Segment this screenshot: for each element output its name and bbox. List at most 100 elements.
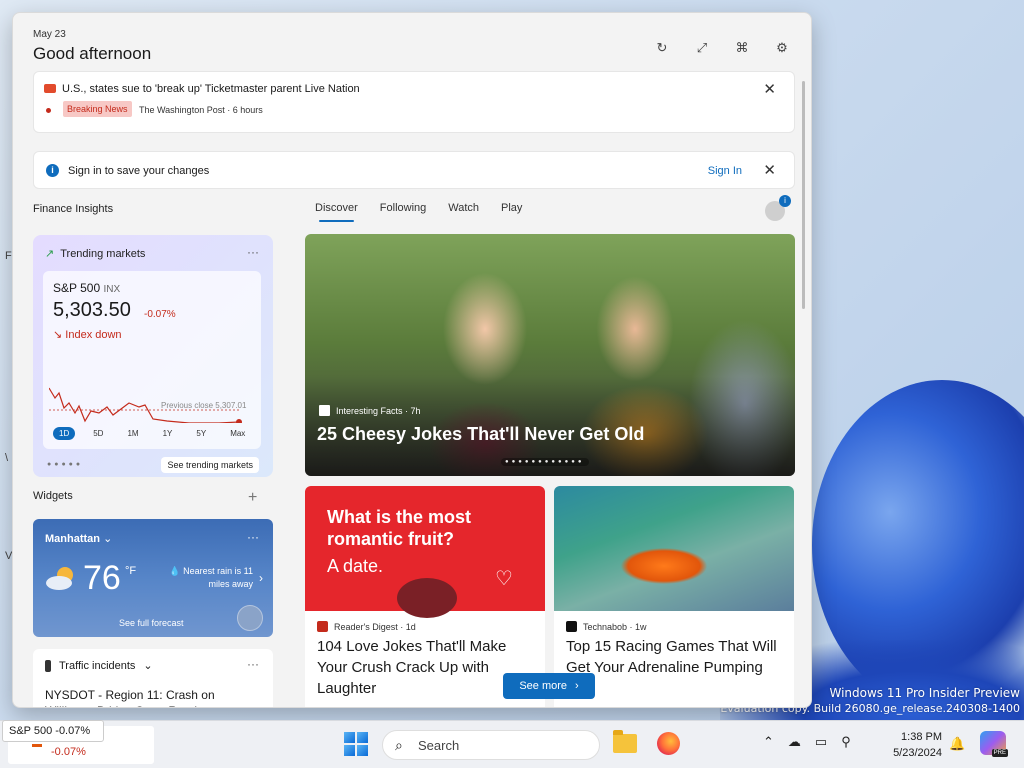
tab-following[interactable]: Following: [380, 202, 426, 222]
signin-banner: i Sign in to save your changes Sign In ✕: [33, 151, 795, 189]
add-widget-icon[interactable]: +: [248, 489, 257, 507]
trend-down-icon: [32, 744, 42, 747]
system-tray: ⌃ ☁ ▭ ⚲: [763, 734, 851, 750]
display-icon[interactable]: ▭: [815, 734, 827, 750]
market-card[interactable]: S&P 500 INX 5,303.50 -0.07% ↘ Index down…: [43, 271, 261, 449]
range-1m[interactable]: 1M: [121, 427, 144, 440]
breaking-news-title[interactable]: U.S., states sue to 'break up' Ticketmas…: [62, 83, 360, 95]
range-5y[interactable]: 5Y: [190, 427, 212, 440]
news-source-icon: [44, 84, 56, 93]
range-max[interactable]: Max: [224, 427, 251, 440]
accessibility-icon[interactable]: ⚲: [841, 734, 851, 750]
article-image: What is the most romantic fruit? A date.…: [305, 486, 545, 618]
file-explorer-icon[interactable]: [613, 730, 637, 753]
gear-icon[interactable]: ⚙: [773, 39, 791, 57]
network-off-icon[interactable]: ☁: [788, 734, 801, 750]
copilot-badge: PRE: [991, 749, 1008, 757]
more-options-icon[interactable]: ···: [247, 245, 259, 259]
market-sparkline: Previous close 5,307.01: [49, 387, 247, 423]
weather-widget[interactable]: Manhattan ⌄ ··· 76 °F 💧 Nearest rain is …: [33, 519, 273, 637]
live-dot-icon: [46, 108, 51, 113]
breaking-news-card[interactable]: U.S., states sue to 'break up' Ticketmas…: [33, 71, 795, 133]
article-title[interactable]: 104 Love Jokes That'll Make Your Crush C…: [317, 636, 533, 699]
clock-date: 5/23/2024: [893, 747, 942, 759]
traffic-light-icon: [45, 659, 51, 672]
tab-play[interactable]: Play: [501, 202, 522, 222]
hero-title[interactable]: 25 Cheesy Jokes That'll Never Get Old: [317, 424, 644, 445]
expand-icon[interactable]: ⤢: [693, 39, 711, 57]
range-5d[interactable]: 5D: [87, 427, 109, 440]
copilot-icon[interactable]: PRE: [980, 731, 1008, 757]
market-change: -0.07%: [144, 309, 176, 320]
chevron-up-icon[interactable]: ⌃: [763, 734, 774, 750]
firefox-icon[interactable]: [657, 732, 680, 755]
market-ticker: INX: [103, 284, 121, 295]
taskbar-search[interactable]: ⌕ Search: [382, 730, 600, 760]
market-price: 5,303.50: [53, 299, 131, 321]
traffic-text[interactable]: NYSDOT - Region 11: Crash on William... …: [45, 687, 265, 707]
info-icon: i: [46, 164, 59, 177]
widgets-label: Widgets: [33, 490, 73, 502]
more-options-icon[interactable]: ···: [247, 657, 259, 671]
start-button[interactable]: [344, 732, 368, 756]
full-forecast-link[interactable]: See full forecast: [119, 618, 184, 628]
article-source: Reader's Digest · 1d: [317, 621, 416, 632]
range-selector: 1D 5D 1M 1Y 5Y Max: [53, 427, 251, 440]
article-source: Technabob · 1w: [566, 621, 647, 632]
close-icon[interactable]: ✕: [763, 82, 776, 97]
traffic-widget[interactable]: Traffic incidents ⌄ ··· NYSDOT - Region …: [33, 649, 273, 707]
hero-article[interactable]: Interesting Facts · 7h 25 Cheesy Jokes T…: [305, 234, 795, 476]
partly-cloudy-icon: [46, 567, 73, 590]
range-1y[interactable]: 1Y: [157, 427, 179, 440]
weather-map-thumbnail[interactable]: [237, 605, 263, 631]
article-image: [554, 486, 794, 611]
chevron-down-icon[interactable]: ⌄: [143, 659, 152, 672]
signin-text: Sign in to save your changes: [68, 165, 210, 177]
trending-markets-widget[interactable]: ↗ Trending markets ··· S&P 500 INX 5,303…: [33, 235, 273, 477]
trending-title: Trending markets: [60, 247, 146, 260]
scrollbar[interactable]: [802, 81, 805, 309]
heart-icon: ♡: [495, 568, 513, 590]
close-icon[interactable]: ✕: [763, 163, 776, 178]
taskbar-widget-value: -0.07%: [51, 746, 86, 758]
trend-icon: ↗: [45, 248, 55, 260]
tab-watch[interactable]: Watch: [448, 202, 479, 222]
clock[interactable]: 1:38 PM 5/23/2024: [872, 729, 942, 761]
search-icon: ⌕: [395, 737, 403, 753]
tooltip: S&P 500 -0.07%: [2, 720, 104, 742]
source-logo-icon: [566, 621, 577, 632]
weather-city[interactable]: Manhattan ⌄: [45, 532, 112, 545]
more-options-icon[interactable]: ···: [247, 530, 259, 544]
traffic-title: Traffic incidents: [59, 659, 136, 672]
hero-source: Interesting Facts · 7h: [319, 405, 421, 416]
pager-dots[interactable]: ●●●●●: [47, 461, 83, 468]
signin-link[interactable]: Sign In: [708, 165, 742, 177]
desktop-icon-fragment: \: [5, 452, 9, 464]
notification-bell-icon[interactable]: 🔔: [949, 736, 965, 752]
see-more-button[interactable]: See more ›: [503, 673, 595, 699]
pin-icon[interactable]: ⌘: [733, 39, 751, 57]
search-placeholder: Search: [418, 738, 460, 753]
chevron-right-icon[interactable]: ›: [259, 571, 263, 585]
clock-time: 1:38 PM: [901, 731, 942, 743]
image-answer: A date.: [327, 556, 384, 576]
range-1d[interactable]: 1D: [53, 427, 76, 440]
see-trending-markets-button[interactable]: See trending markets: [161, 457, 259, 473]
avatar[interactable]: i: [765, 195, 791, 221]
desktop-icon-fragment: F: [5, 250, 12, 262]
hero-pager[interactable]: ●●●●●●●●●●●●: [501, 458, 589, 466]
market-status: ↘ Index down: [53, 329, 122, 341]
header-greeting: Good afternoon: [33, 44, 152, 63]
fruit-illustration: [397, 578, 457, 618]
article-title[interactable]: Top 15 Racing Games That Will Get Your A…: [566, 636, 782, 678]
feed-tabs: Discover Following Watch Play: [315, 202, 522, 222]
traffic-header: Traffic incidents ⌄: [45, 659, 153, 672]
refresh-icon[interactable]: ↻: [653, 39, 671, 57]
tab-discover[interactable]: Discover: [315, 202, 358, 222]
prev-close-label: Previous close 5,307.01: [161, 401, 247, 410]
weather-unit: °F: [125, 565, 137, 577]
breaking-news-badge: Breaking News: [63, 101, 132, 117]
weather-rain-note: 💧 Nearest rain is 11 miles away: [169, 566, 253, 589]
notification-badge-icon: i: [779, 195, 791, 207]
source-logo-icon: [319, 405, 330, 416]
